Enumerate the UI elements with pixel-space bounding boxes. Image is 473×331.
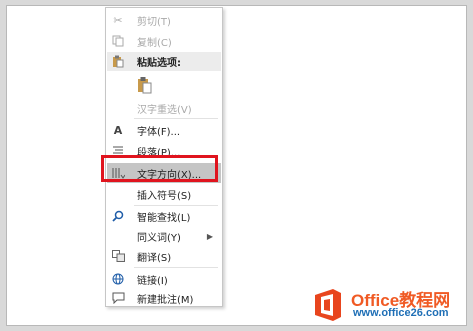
menu-item-insert-symbol-label: 插入符号(S) <box>137 190 192 202</box>
paste-options-header: 粘贴选项: <box>107 52 221 71</box>
menu-item-copy-label: 复制(C) <box>137 37 172 49</box>
submenu-arrow-icon: ▶ <box>206 231 213 241</box>
menu-item-new-comment[interactable]: 新建批注(M) <box>107 288 221 308</box>
menu-item-insert-symbol[interactable]: 插入符号(S) <box>107 184 221 204</box>
menu-item-translate-label: 翻译(S) <box>137 252 172 264</box>
menu-item-synonyms[interactable]: 同义词(Y) ▶ <box>107 226 221 246</box>
paste-keep-formatting-button[interactable] <box>134 74 156 96</box>
watermark-logo: Office教程网 www.office26.com <box>305 285 469 327</box>
menu-item-reconvert-label: 汉字重选(V) <box>137 104 192 116</box>
font-icon: A <box>113 123 123 137</box>
document-page[interactable] <box>6 5 467 326</box>
office-logo-icon <box>315 289 341 321</box>
menu-item-smart-lookup-label: 智能查找(L) <box>137 212 191 224</box>
menu-item-cut-label: 剪切(T) <box>137 16 171 28</box>
menu-item-cut: ✂ 剪切(T) <box>107 10 221 30</box>
comment-icon <box>107 288 129 308</box>
scissors-icon: ✂ <box>113 13 123 27</box>
smart-lookup-icon <box>107 206 129 226</box>
menu-separator <box>134 267 218 268</box>
link-icon <box>107 269 129 289</box>
menu-item-link-label: 链接(I) <box>137 275 168 287</box>
translate-icon <box>107 246 129 266</box>
menu-item-synonyms-label: 同义词(Y) <box>137 232 181 244</box>
menu-item-reconvert: 汉字重选(V) <box>107 98 221 118</box>
clipboard-icon <box>107 52 129 71</box>
menu-item-font-label: 字体(F)... <box>137 126 181 138</box>
menu-item-smart-lookup[interactable]: 智能查找(L) <box>107 206 221 226</box>
menu-item-translate[interactable]: 翻译(S) <box>107 246 221 266</box>
menu-item-new-comment-label: 新建批注(M) <box>137 294 194 306</box>
menu-item-font[interactable]: A 字体(F)... <box>107 120 221 140</box>
menu-item-link[interactable]: 链接(I) <box>107 269 221 289</box>
menu-separator <box>134 118 218 119</box>
copy-icon <box>107 31 129 51</box>
watermark-url: www.office26.com <box>353 307 449 319</box>
paste-icon <box>138 77 152 94</box>
highlight-box <box>101 155 218 182</box>
menu-item-copy: 复制(C) <box>107 31 221 51</box>
paste-options-label: 粘贴选项: <box>137 58 181 69</box>
